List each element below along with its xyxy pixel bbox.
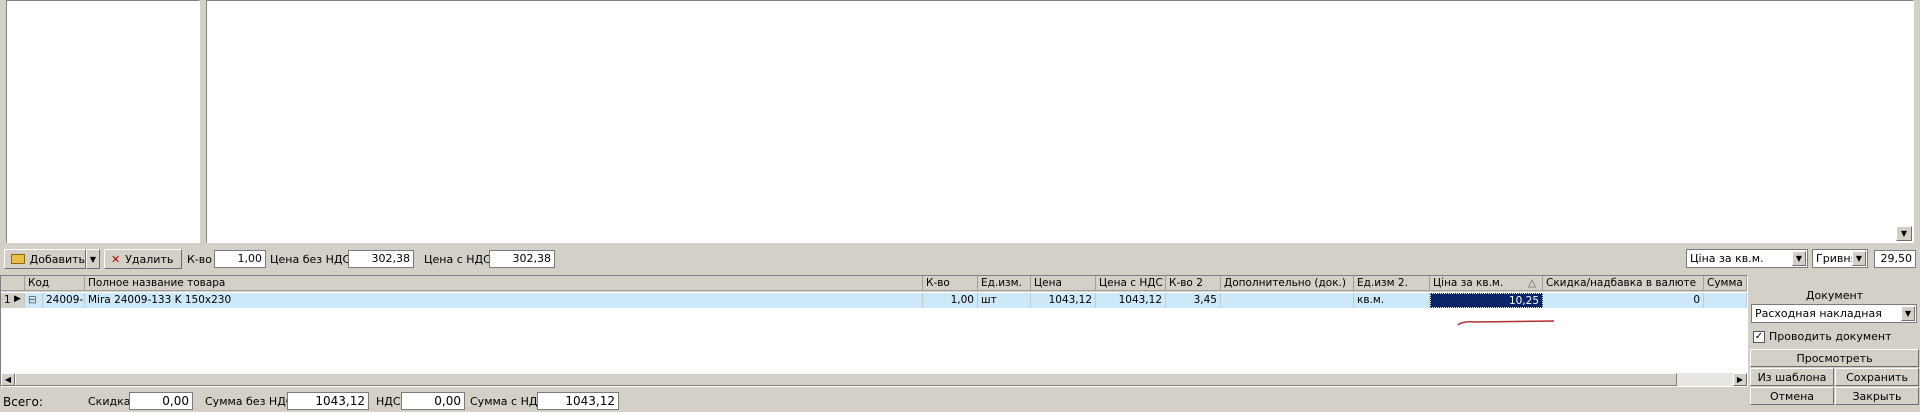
header-price-sqm[interactable]: Ціна за кв.м. △	[1430, 276, 1543, 291]
document-type-select[interactable]: Расходная накладная ▼	[1751, 304, 1917, 323]
header-price[interactable]: Цена	[1031, 276, 1096, 291]
add-button[interactable]: Добавить	[4, 249, 86, 269]
total-label: Всего:	[3, 395, 43, 409]
header-qty[interactable]: К-во	[923, 276, 978, 291]
header-extra[interactable]: Дополнительно (док.)	[1221, 276, 1354, 291]
cell-discount[interactable]: 0	[1543, 293, 1704, 308]
qty-input[interactable]: 1,00	[214, 250, 266, 268]
table-row[interactable]: 1 ▶ ⊟ 24009-1 Mira 24009-133 K 150x230 1…	[1, 293, 1747, 308]
header-qty2[interactable]: К-во 2	[1166, 276, 1221, 291]
header-name[interactable]: Полное название товара	[85, 276, 923, 291]
post-document-label: Проводить документ	[1769, 330, 1892, 343]
cell-price[interactable]: 1043,12	[1031, 293, 1096, 308]
exchange-rate-input[interactable]: 29,50	[1874, 250, 1916, 268]
left-tree-pane[interactable]	[6, 0, 200, 243]
header-code[interactable]: Код	[25, 276, 85, 291]
currency-value: Гривня	[1816, 252, 1858, 265]
vat-label: НДС	[376, 395, 401, 408]
header-price-vat[interactable]: Цена с НДС	[1096, 276, 1166, 291]
cell-extra[interactable]	[1221, 293, 1354, 308]
document-type-value: Расходная накладная	[1755, 307, 1882, 320]
scroll-thumb[interactable]	[15, 373, 1677, 386]
item-toolbar: Добавить ▼ ✕ Удалить К-во 1,00 Цена без …	[0, 247, 1920, 271]
discount-label: Скидка	[88, 395, 131, 408]
checkmark-icon[interactable]: ✓	[1753, 330, 1765, 343]
chevron-down-icon[interactable]: ▼	[1792, 251, 1806, 266]
currency-select[interactable]: Гривня ▼	[1812, 249, 1868, 268]
price-vat-input[interactable]: 302,38	[489, 250, 555, 268]
cell-name[interactable]: Mira 24009-133 K 150x230	[85, 293, 923, 308]
header-unit[interactable]: Ед.изм.	[978, 276, 1031, 291]
preview-button[interactable]: Просмотреть	[1750, 349, 1919, 367]
items-grid[interactable]: Код Полное название товара К-во Ед.изм. …	[0, 275, 1748, 387]
cell-unit2[interactable]: кв.м.	[1354, 293, 1430, 308]
close-button[interactable]: Закрыть	[1835, 387, 1919, 405]
totals-bar: Всего: Скидка 0,00 Сумма без НДС 1043,12…	[0, 390, 1748, 412]
header-indicator	[1, 276, 25, 291]
cell-price-vat[interactable]: 1043,12	[1096, 293, 1166, 308]
scroll-down-button[interactable]: ▼	[1896, 226, 1912, 241]
price-type-select[interactable]: Ціна за кв.м. ▼	[1686, 249, 1808, 268]
row-number: 1	[1, 293, 11, 308]
document-side-panel: Документ Расходная накладная ▼ ✓ Проводи…	[1749, 275, 1920, 412]
save-button[interactable]: Сохранить	[1835, 368, 1919, 386]
vat-field: 0,00	[401, 392, 465, 410]
discount-total-field: 0,00	[129, 392, 193, 410]
post-document-checkbox[interactable]: ✓ Проводить документ	[1753, 330, 1892, 343]
sum-no-vat-label: Сумма без НДС	[205, 395, 294, 408]
price-no-vat-input[interactable]: 302,38	[348, 250, 414, 268]
folder-open-icon	[11, 254, 25, 264]
scroll-right-button[interactable]: ▶	[1733, 373, 1747, 386]
right-detail-pane[interactable]: ▼	[206, 0, 1914, 243]
chevron-down-icon[interactable]: ▼	[1852, 251, 1866, 266]
row-pointer-icon: ▶	[11, 293, 25, 308]
chevron-down-icon[interactable]: ▼	[1901, 306, 1915, 321]
cell-qty[interactable]: 1,00	[923, 293, 978, 308]
delete-button-label: Удалить	[125, 252, 174, 266]
cell-unit[interactable]: шт	[978, 293, 1031, 308]
cell-price-sqm[interactable]: 10,25	[1430, 293, 1543, 308]
sum-vat-field: 1043,12	[537, 392, 619, 410]
grid-header: Код Полное название товара К-во Ед.изм. …	[1, 276, 1747, 292]
qty-label: К-во	[187, 253, 212, 266]
sum-no-vat-field: 1043,12	[287, 392, 369, 410]
sum-vat-label: Сумма с НДС	[470, 395, 546, 408]
price-vat-label: Цена с НДС:	[424, 253, 495, 266]
header-sum[interactable]: Сумма	[1704, 276, 1747, 291]
add-dropdown-button[interactable]: ▼	[86, 249, 100, 269]
from-template-button[interactable]: Из шаблона	[1750, 368, 1834, 386]
document-label: Документ	[1805, 289, 1864, 302]
header-unit2[interactable]: Ед.изм 2.	[1354, 276, 1430, 291]
scroll-left-button[interactable]: ◀	[1, 373, 15, 386]
price-no-vat-label: Цена без НДС:	[270, 253, 354, 266]
annotation-underline	[1457, 320, 1555, 326]
cell-qty2[interactable]: 3,45	[1166, 293, 1221, 308]
cancel-button[interactable]: Отмена	[1750, 387, 1834, 405]
header-price-sqm-label: Ціна за кв.м.	[1433, 277, 1504, 289]
cell-code[interactable]: 24009-1	[43, 293, 85, 308]
cell-sum[interactable]	[1704, 293, 1747, 308]
header-discount[interactable]: Скидка/надбавка в валюте	[1543, 276, 1704, 291]
add-button-label: Добавить	[29, 252, 85, 266]
sort-asc-icon: △	[1527, 277, 1536, 289]
horizontal-scrollbar[interactable]: ◀ ▶	[1, 373, 1747, 386]
delete-button[interactable]: ✕ Удалить	[104, 249, 182, 269]
delete-icon: ✕	[111, 252, 121, 266]
price-type-value: Ціна за кв.м.	[1690, 252, 1764, 265]
expand-icon[interactable]: ⊟	[25, 293, 43, 308]
